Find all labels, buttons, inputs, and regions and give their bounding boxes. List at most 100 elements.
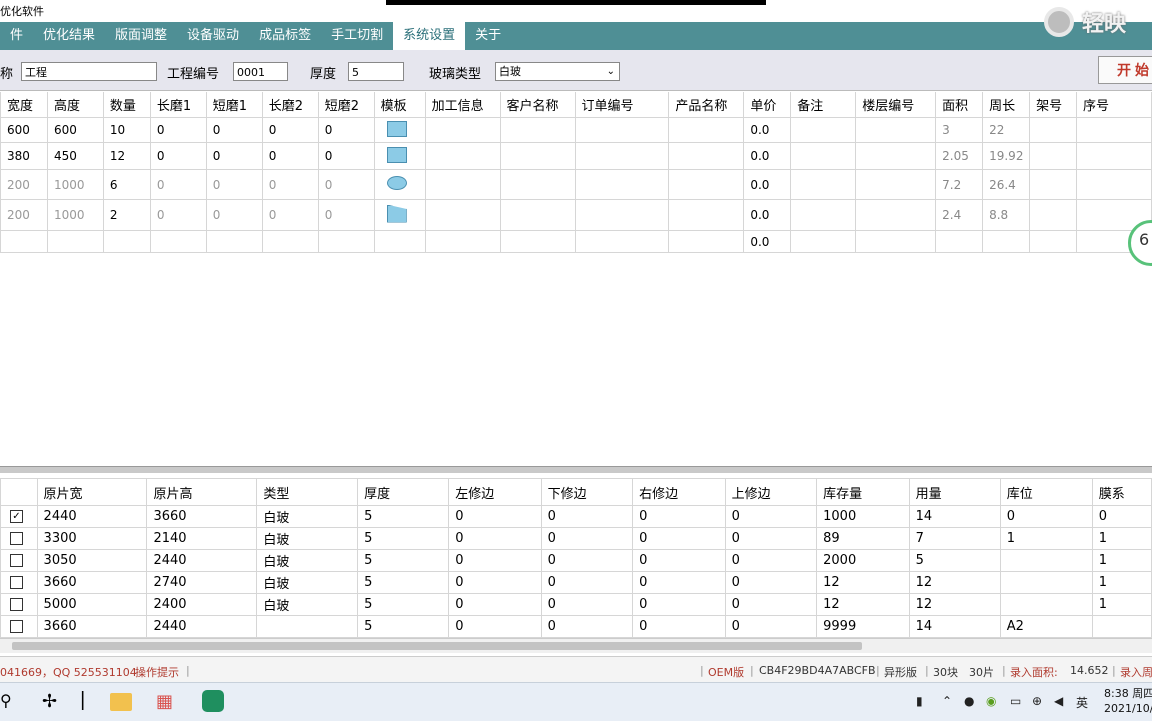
table-cell[interactable]: 白玻 <box>256 505 359 528</box>
price-cell[interactable]: 0.0 <box>743 199 792 231</box>
table-cell[interactable]: 白玻 <box>256 593 359 616</box>
column-header[interactable]: 单价 <box>743 92 792 118</box>
column-header[interactable]: 右修边 <box>632 478 726 506</box>
volume-icon[interactable]: ◀ <box>1054 694 1063 708</box>
table-cell[interactable] <box>0 230 48 253</box>
column-header[interactable]: 序号 <box>1076 92 1152 118</box>
table-cell[interactable]: 0 <box>317 117 375 143</box>
table-cell[interactable]: 0 <box>448 527 542 550</box>
table-cell[interactable] <box>999 549 1093 572</box>
glass-type-select[interactable]: 白玻 ⌄ <box>495 62 620 81</box>
table-cell[interactable]: 0 <box>149 142 207 170</box>
table-cell[interactable]: 2740 <box>146 571 258 594</box>
template-cell[interactable] <box>373 199 426 231</box>
column-header[interactable]: 膜系 <box>1091 478 1152 506</box>
table-cell[interactable]: 2440 <box>146 615 258 638</box>
table-row[interactable]: 200 1000 6 0 0 0 0 0.0 7.2 26.4 <box>0 169 1152 200</box>
table-cell[interactable]: A2 <box>999 615 1093 638</box>
table-cell[interactable] <box>574 230 670 253</box>
table-cell[interactable]: 3300 <box>36 527 148 550</box>
menu-item[interactable]: 设备驱动 <box>177 22 249 50</box>
table-cell[interactable]: 0 <box>540 571 634 594</box>
table-cell[interactable]: 0 <box>540 527 634 550</box>
table-cell[interactable]: 5 <box>908 549 1001 572</box>
table-cell[interactable] <box>855 230 937 253</box>
table-cell[interactable] <box>102 230 151 253</box>
menu-item[interactable]: 成品标签 <box>249 22 321 50</box>
project-no-input[interactable]: 0001 <box>233 62 288 81</box>
table-cell[interactable] <box>790 169 857 200</box>
checkbox-icon[interactable] <box>10 554 23 567</box>
table-cell[interactable] <box>1076 142 1152 170</box>
usb-icon[interactable]: ▮ <box>916 694 923 708</box>
table-cell[interactable]: 0 <box>149 117 207 143</box>
table-cell[interactable] <box>574 117 670 143</box>
battery-icon[interactable]: ▭ <box>1010 694 1021 708</box>
table-cell[interactable]: 0 <box>149 199 207 231</box>
table-cell[interactable]: 1000 <box>46 169 104 200</box>
table-cell[interactable] <box>574 199 670 231</box>
row-select-cell[interactable]: ✓ <box>0 505 38 528</box>
table-cell[interactable]: 0 <box>724 593 818 616</box>
table-cell[interactable] <box>317 230 375 253</box>
table-cell[interactable]: 0 <box>724 615 818 638</box>
table-cell[interactable]: 12 <box>908 571 1001 594</box>
table-cell[interactable]: 6 <box>102 169 151 200</box>
table-cell[interactable]: 白玻 <box>256 571 359 594</box>
app-grid-icon[interactable]: ▦ <box>156 691 173 712</box>
input-language[interactable]: 英 <box>1076 694 1088 711</box>
table-row[interactable]: 3660 2740 白玻 5 0 0 0 0 12 12 1 <box>0 571 1152 594</box>
menu-item[interactable]: 版面调整 <box>105 22 177 50</box>
table-cell[interactable] <box>574 142 670 170</box>
menu-item[interactable]: 系统设置 <box>393 22 466 50</box>
menu-item[interactable]: 优化结果 <box>33 22 105 50</box>
table-cell[interactable]: 0 <box>540 505 634 528</box>
column-header[interactable]: 客户名称 <box>499 92 576 118</box>
table-cell[interactable]: 0 <box>999 505 1093 528</box>
table-cell[interactable] <box>1029 230 1078 253</box>
column-header[interactable]: 用量 <box>908 478 1001 506</box>
table-cell[interactable] <box>1076 117 1152 143</box>
folder-icon[interactable] <box>110 693 132 711</box>
table-cell[interactable] <box>499 199 576 231</box>
table-cell[interactable]: 0 <box>205 117 263 143</box>
table-cell[interactable]: 白玻 <box>256 527 359 550</box>
column-header[interactable]: 类型 <box>256 478 359 506</box>
table-cell[interactable]: 380 <box>0 142 48 170</box>
table-cell[interactable]: 0 <box>632 593 726 616</box>
table-cell[interactable] <box>499 169 576 200</box>
table-cell[interactable] <box>999 571 1093 594</box>
table-cell[interactable]: 0 <box>261 169 319 200</box>
table-cell[interactable]: 10 <box>102 117 151 143</box>
horizontal-scrollbar[interactable] <box>0 638 1152 653</box>
table-cell[interactable]: 1 <box>1091 571 1152 594</box>
column-header[interactable]: 数量 <box>102 92 151 118</box>
price-cell[interactable]: 0.0 <box>743 169 792 200</box>
table-cell[interactable]: 3660 <box>36 615 148 638</box>
table-cell[interactable]: 1 <box>1091 549 1152 572</box>
table-cell[interactable]: 5 <box>357 593 450 616</box>
table-cell[interactable]: 12 <box>102 142 151 170</box>
table-cell[interactable] <box>424 142 501 170</box>
table-row[interactable]: 5000 2400 白玻 5 0 0 0 0 12 12 1 <box>0 593 1152 616</box>
table-cell[interactable]: 2 <box>102 199 151 231</box>
price-cell[interactable]: 0.0 <box>743 117 792 143</box>
column-header[interactable]: 模板 <box>373 92 426 118</box>
table-cell[interactable]: 2400 <box>146 593 258 616</box>
table-cell[interactable]: 200 <box>0 169 48 200</box>
table-cell[interactable] <box>855 169 937 200</box>
fan-app-icon[interactable]: ✢ <box>42 691 57 712</box>
column-header[interactable]: 短磨1 <box>205 92 263 118</box>
table-cell[interactable] <box>205 230 263 253</box>
menu-item[interactable]: 关于 <box>465 22 511 50</box>
column-header[interactable]: 楼层编号 <box>855 92 937 118</box>
table-cell[interactable] <box>855 199 937 231</box>
table-cell[interactable]: 200 <box>0 199 48 231</box>
table-cell[interactable] <box>261 230 319 253</box>
table-cell[interactable] <box>790 142 857 170</box>
table-cell[interactable]: 12 <box>816 593 910 616</box>
checkbox-icon[interactable] <box>10 598 23 611</box>
checkbox-icon[interactable] <box>10 532 23 545</box>
column-header[interactable]: 周长 <box>982 92 1031 118</box>
name-input[interactable]: 工程 <box>21 62 157 81</box>
